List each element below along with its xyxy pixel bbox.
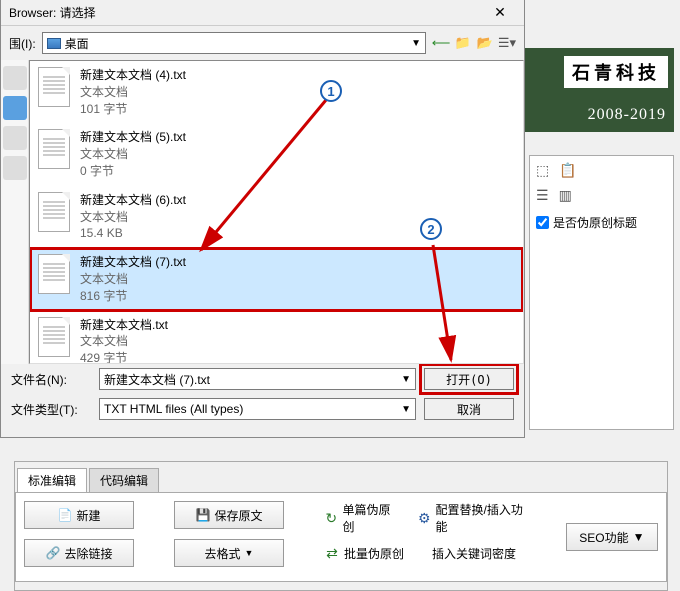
tab-body: 📄新建 🔗去除链接 💾保存原文 去格式▼ ↻单篇伪原创 ⚙配置替换/插入功能 ⇄… — [15, 492, 667, 582]
up-icon[interactable]: 📁 — [454, 34, 472, 52]
right-panel: ⬚ 📋 ☰ ▥ 是否伪原创标题 — [529, 155, 674, 430]
link-icon: 🔗 — [46, 546, 61, 560]
file-type: 文本文档 — [80, 146, 186, 163]
new-button[interactable]: 📄新建 — [24, 501, 134, 529]
filetype-label: 文件类型(T): — [11, 401, 91, 418]
file-name: 新建文本文档 (4).txt — [80, 67, 186, 84]
toolbar-icons-1: ⬚ 📋 — [530, 156, 673, 185]
file-type: 文本文档 — [80, 271, 186, 288]
filetype-row: 文件类型(T): TXT HTML files (All types) ▼ 取消 — [1, 394, 524, 424]
file-size: 0 字节 — [80, 163, 186, 180]
align-icon[interactable]: ▥ — [559, 187, 572, 204]
save-original-button[interactable]: 💾保存原文 — [174, 501, 284, 529]
file-size: 816 字节 — [80, 288, 186, 305]
sidebar-recent[interactable] — [3, 66, 27, 90]
chevron-down-icon: ▼ — [401, 374, 411, 385]
tabs: 标准编辑 代码编辑 — [17, 468, 667, 492]
seo-button[interactable]: SEO功能▼ — [566, 523, 658, 551]
new-folder-icon[interactable]: 📂 — [476, 34, 494, 52]
banner: 石青科技 2008-2019 — [524, 48, 674, 132]
titlebar: Browser: 请选择 ✕ — [1, 0, 524, 26]
chevron-down-icon: ▼ — [245, 548, 254, 558]
close-button[interactable]: ✕ — [480, 3, 520, 23]
filename-label: 文件名(N): — [11, 371, 91, 388]
file-browser-dialog: Browser: 请选择 ✕ 围(I): 桌面 ▼ ⟵ 📁 📂 ☰▾ 新建 — [0, 0, 525, 438]
file-size: 429 字节 — [80, 350, 168, 364]
checkbox-label: 是否伪原创标题 — [553, 214, 637, 231]
look-in-value: 桌面 — [65, 35, 89, 52]
dialog-title: Browser: 请选择 — [9, 4, 96, 21]
open-button[interactable]: 打开(O) — [424, 368, 514, 390]
filename-row: 文件名(N): 新建文本文档 (7).txt ▼ 打开(O) — [1, 364, 524, 394]
look-in-dropdown[interactable]: 桌面 ▼ — [42, 32, 426, 54]
annotation-marker-1: 1 — [320, 80, 342, 102]
remove-links-button[interactable]: 🔗去除链接 — [24, 539, 134, 567]
remove-format-button[interactable]: 去格式▼ — [174, 539, 284, 567]
look-in-label: 围(I): — [9, 35, 36, 52]
batch-icon: ⇄ — [324, 546, 340, 562]
refresh-icon: ↻ — [324, 510, 339, 526]
file-item-selected[interactable]: 新建文本文档 (7).txt 文本文档 816 字节 — [30, 248, 523, 310]
places-sidebar — [1, 60, 29, 364]
file-name: 新建文本文档 (6).txt — [80, 192, 186, 209]
file-item[interactable]: 新建文本文档 (5).txt 文本文档 0 字节 — [30, 123, 523, 185]
file-item[interactable]: 新建文本文档 (6).txt 文本文档 15.4 KB — [30, 186, 523, 248]
file-icon — [38, 67, 70, 107]
filetype-dropdown[interactable]: TXT HTML files (All types) ▼ — [99, 398, 416, 420]
chevron-down-icon: ▼ — [633, 530, 645, 544]
file-size: 15.4 KB — [80, 225, 186, 242]
cancel-button[interactable]: 取消 — [424, 398, 514, 420]
file-icon — [38, 317, 70, 357]
file-name: 新建文本文档 (7).txt — [80, 254, 186, 271]
back-icon[interactable]: ⟵ — [432, 34, 450, 52]
batch-pseudo-button[interactable]: ⇄批量伪原创 — [324, 545, 404, 562]
look-in-row: 围(I): 桌面 ▼ ⟵ 📁 📂 ☰▾ — [1, 26, 524, 60]
file-name: 新建文本文档 (5).txt — [80, 129, 186, 146]
file-name: 新建文本文档.txt — [80, 317, 168, 334]
file-item[interactable]: 新建文本文档 (4).txt 文本文档 101 字节 — [30, 61, 523, 123]
toolbar-icons-2: ☰ ▥ — [530, 185, 673, 206]
file-type: 文本文档 — [80, 209, 186, 226]
view-icon[interactable]: ☰▾ — [498, 34, 516, 52]
tool-icon[interactable]: ⬚ — [536, 162, 549, 179]
save-icon: 💾 — [196, 508, 211, 522]
file-size: 101 字节 — [80, 101, 186, 118]
nav-icons: ⟵ 📁 📂 ☰▾ — [432, 34, 516, 52]
annotation-marker-2: 2 — [420, 218, 442, 240]
desktop-icon — [47, 38, 61, 49]
filename-input[interactable]: 新建文本文档 (7).txt ▼ — [99, 368, 416, 390]
company-logo: 石青科技 — [564, 56, 668, 88]
file-icon — [38, 254, 70, 294]
tab-standard-edit[interactable]: 标准编辑 — [17, 468, 87, 492]
list-icon[interactable]: ☰ — [536, 187, 549, 204]
sidebar-computer[interactable] — [3, 126, 27, 150]
file-item[interactable]: 新建文本文档.txt 文本文档 429 字节 — [30, 311, 523, 364]
file-icon — [38, 129, 70, 169]
single-pseudo-button[interactable]: ↻单篇伪原创 — [324, 501, 397, 535]
sidebar-desktop[interactable] — [3, 96, 27, 120]
config-icon: ⚙ — [417, 510, 432, 526]
tab-code-edit[interactable]: 代码编辑 — [89, 468, 159, 492]
filetype-value: TXT HTML files (All types) — [104, 402, 243, 416]
filename-value: 新建文本文档 (7).txt — [104, 371, 210, 388]
chevron-down-icon: ▼ — [411, 38, 421, 49]
file-type: 文本文档 — [80, 333, 168, 350]
checkbox-row: 是否伪原创标题 — [530, 206, 673, 239]
chevron-down-icon: ▼ — [401, 404, 411, 415]
file-icon — [38, 192, 70, 232]
doc-icon: 📄 — [58, 508, 73, 522]
config-replace-button[interactable]: ⚙配置替换/插入功能 — [417, 501, 526, 535]
year-range: 2008-2019 — [588, 106, 666, 124]
bottom-area: 标准编辑 代码编辑 📄新建 🔗去除链接 💾保存原文 去格式▼ ↻单篇伪原创 ⚙配… — [14, 461, 668, 591]
keyword-density-label: 插入关键词密度 — [432, 545, 516, 562]
file-list[interactable]: 新建文本文档 (4).txt 文本文档 101 字节 新建文本文档 (5).tx… — [29, 60, 524, 364]
pseudo-original-title-checkbox[interactable] — [536, 216, 549, 229]
sidebar-network[interactable] — [3, 156, 27, 180]
file-type: 文本文档 — [80, 84, 186, 101]
paste-icon[interactable]: 📋 — [559, 162, 576, 179]
